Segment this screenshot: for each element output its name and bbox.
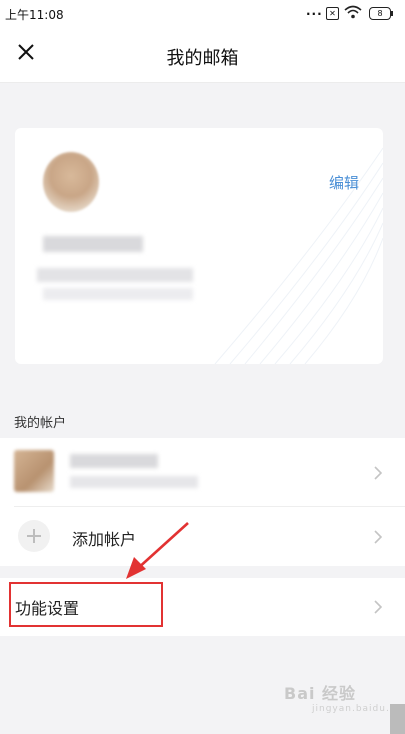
add-account-label: 添加帐户 [72, 530, 137, 549]
status-bar: 上午11:08 ... ✕ 8 [0, 0, 405, 28]
status-time: 上午11:08 [5, 8, 64, 22]
account-row[interactable] [0, 438, 405, 506]
accounts-list: 添加帐户 [0, 438, 405, 566]
more-notifications-icon: ... [306, 4, 323, 18]
chevron-right-icon [374, 600, 383, 614]
profile-card: 编辑 [15, 128, 383, 364]
account-avatar [14, 450, 54, 492]
profile-email-blurred [37, 268, 193, 282]
edge-strip [390, 704, 405, 734]
top-navbar: 我的邮箱 [0, 28, 405, 83]
accounts-section-label: 我的帐户 [14, 416, 67, 431]
profile-avatar[interactable] [43, 152, 99, 212]
baidu-watermark: Bai 经验 jingyan.baidu.com [284, 680, 405, 714]
account-name-blurred [70, 454, 158, 468]
chevron-right-icon [374, 530, 383, 544]
page-title: 我的邮箱 [166, 48, 239, 69]
account-email-blurred [70, 476, 198, 488]
edit-profile-link[interactable]: 编辑 [329, 172, 359, 193]
battery-icon: 8 [369, 7, 393, 20]
chevron-right-icon [374, 466, 383, 480]
profile-name-blurred [43, 236, 143, 252]
wifi-icon [344, 5, 362, 19]
add-circle-icon [18, 520, 50, 552]
sim-off-icon: ✕ [326, 7, 339, 20]
highlight-box-annotation [9, 582, 163, 627]
watermark-text: Bai 经验 [284, 684, 357, 703]
add-account-row[interactable] [0, 507, 405, 566]
profile-detail-blurred [43, 288, 193, 300]
